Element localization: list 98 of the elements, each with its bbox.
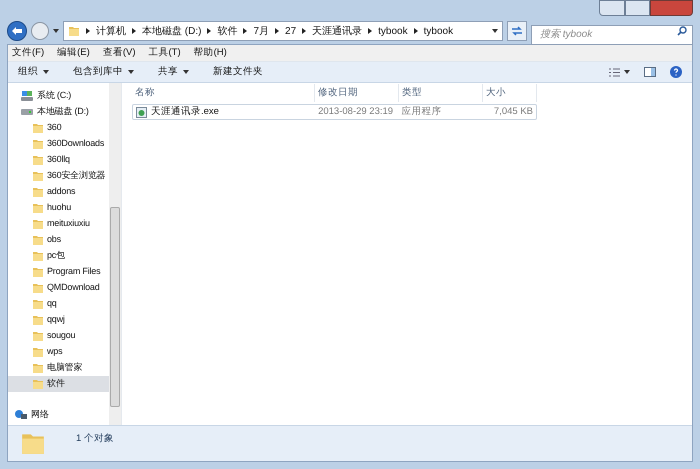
tree-item[interactable]: 360安全浏览器 [8, 168, 109, 184]
scrollbar[interactable] [109, 83, 121, 425]
breadcrumb[interactable]: tybook [424, 24, 454, 38]
menu-item[interactable]: 查看(V) [102, 46, 136, 60]
chevron-right-icon [275, 28, 280, 34]
breadcrumb[interactable]: tybook [378, 24, 408, 38]
breadcrumb[interactable]: 计算机 [96, 24, 126, 38]
menu-item[interactable]: 文件(F) [12, 46, 44, 60]
tree-item[interactable]: 360Downloads [8, 136, 109, 152]
menu-item[interactable]: 帮助(H) [194, 46, 227, 60]
tree-item[interactable]: 本地磁盘 (D:) [8, 104, 109, 120]
refresh-icon [511, 26, 523, 36]
table-cell: 2013-08-29 23:19 [318, 106, 394, 117]
tree-item[interactable]: 360 [8, 120, 109, 136]
tree-item[interactable]: Program Files [8, 264, 109, 280]
caret-icon [43, 70, 49, 74]
chevron-right-icon [86, 28, 90, 34]
table-cell: 7,045 KB [494, 106, 534, 117]
folder-icon [32, 218, 44, 230]
folder-icon [32, 378, 44, 390]
breadcrumb[interactable]: 7月 [253, 24, 270, 38]
folder-icon [32, 362, 44, 374]
folder-icon [32, 250, 44, 262]
folder-icon [32, 282, 44, 294]
folder-icon [32, 314, 44, 326]
column-header[interactable]: 名称 [132, 84, 315, 102]
refresh-button[interactable] [507, 21, 527, 41]
status-text: 1 个对象 [76, 432, 114, 446]
column-header[interactable]: 修改日期 [315, 84, 399, 102]
breadcrumb[interactable]: 27 [285, 24, 296, 38]
search-icon [677, 26, 687, 36]
view-button[interactable] [609, 68, 630, 76]
breadcrumb[interactable]: 本地磁盘 (D:) [142, 24, 202, 38]
tree-item[interactable]: 系统 (C:) [8, 88, 109, 104]
folder-icon [68, 25, 80, 37]
chevron-right-icon [243, 28, 248, 34]
minimize-button[interactable] [599, 0, 625, 16]
toolbar-button[interactable]: 新建文件夹 [213, 64, 263, 80]
tree-item[interactable]: wps [8, 344, 109, 360]
folder-icon [32, 346, 44, 358]
caret-icon [624, 70, 630, 74]
tree-item[interactable]: pc包 [8, 248, 109, 264]
forward-button[interactable] [31, 22, 49, 40]
chevron-right-icon [368, 28, 372, 34]
caret-icon [492, 29, 498, 33]
menu-item[interactable]: 编辑(E) [57, 46, 90, 60]
tree-item[interactable]: 网络 [8, 407, 109, 423]
folder-icon [32, 154, 44, 166]
toolbar-button[interactable]: 包含到库中 [73, 64, 134, 80]
breadcrumb[interactable]: 软件 [217, 24, 238, 38]
folder-icon [32, 186, 44, 198]
caret-icon [183, 70, 189, 74]
folder-icon [32, 298, 44, 310]
chevron-right-icon [207, 28, 212, 34]
caret-icon [53, 29, 59, 33]
column-header[interactable]: 大小 [483, 84, 537, 102]
folder-icon [32, 138, 44, 150]
maximize-button[interactable] [625, 0, 650, 16]
toolbar-button[interactable]: 组织 [18, 64, 49, 80]
folder-icon [32, 234, 44, 246]
tree-item[interactable]: qqwj [8, 312, 109, 328]
help-icon[interactable] [670, 66, 682, 78]
folder-icon [32, 122, 44, 134]
toolbar-button[interactable]: 共享 [158, 64, 189, 80]
tree-item[interactable]: obs [8, 232, 109, 248]
arrow-left-icon [12, 27, 22, 35]
chevron-right-icon [132, 28, 136, 34]
list-icon [609, 68, 620, 76]
table-cell: 应用程序 [402, 106, 442, 117]
search-field[interactable]: 搜索 tybook [531, 24, 693, 44]
caret-icon [128, 70, 134, 74]
folder-icon [32, 266, 44, 278]
tree-item[interactable]: QMDownload [8, 280, 109, 296]
tree-item[interactable]: huohu [8, 200, 109, 216]
chevron-right-icon [414, 28, 418, 34]
column-header[interactable]: 类型 [399, 84, 483, 102]
address-bar[interactable]: 计算机 本地磁盘 (D:) 软件 7月 27 天涯通讯录 tybook tybook [63, 21, 503, 41]
tree-item[interactable]: addons [8, 184, 109, 200]
breadcrumb[interactable]: 天涯通讯录 [312, 24, 362, 38]
chevron-right-icon [302, 28, 306, 34]
file-row[interactable]: 天涯通讯录.exe 2013-08-29 23:19 应用程序 7,045 KB [132, 104, 537, 120]
table-cell-text: 天涯通讯录.exe [151, 104, 219, 119]
tree-item[interactable]: 软件 [8, 376, 109, 392]
folder-icon [32, 202, 44, 214]
drive-icon [20, 108, 34, 116]
tree-item[interactable]: sougou [8, 328, 109, 344]
app-icon [136, 106, 147, 118]
drive-icon [20, 90, 34, 102]
folder-icon [32, 170, 44, 182]
tree-item[interactable]: 360llq [8, 152, 109, 168]
preview-pane-icon[interactable] [644, 67, 656, 77]
tree-item[interactable]: qq [8, 296, 109, 312]
back-button[interactable] [7, 21, 27, 41]
tree-item[interactable]: 电脑管家 [8, 360, 109, 376]
network-icon [14, 409, 28, 421]
menu-item[interactable]: 工具(T) [148, 46, 181, 60]
tree-item[interactable]: meituxiuxiu [8, 216, 109, 232]
folder-icon [32, 330, 44, 342]
